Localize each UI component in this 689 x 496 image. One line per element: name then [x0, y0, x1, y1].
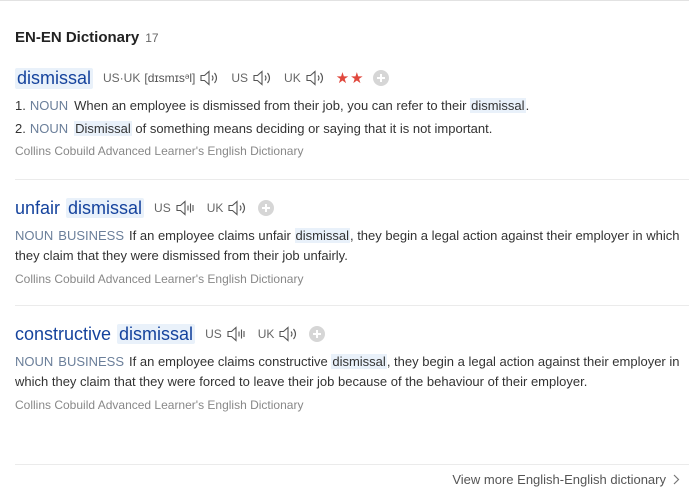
definition-highlight: dismissal — [294, 228, 350, 243]
sense-number: 1. — [15, 98, 26, 113]
entry-headline: dismissal US·UK [dɪsmɪsᵊl] US UK ★★ — [15, 66, 680, 90]
definition-highlight: dismissal — [331, 354, 387, 369]
pron-us-label: US — [205, 327, 222, 341]
entry-divider — [15, 179, 689, 180]
entry-headline: unfair dismissal US UK — [15, 196, 680, 220]
definition-text: If an employee claims unfair — [129, 228, 295, 243]
headword-prefix: constructive — [15, 323, 112, 344]
headword[interactable]: dismissal — [15, 67, 94, 89]
definition-text: When an employee is dismissed from their… — [74, 98, 471, 113]
speaker-icon[interactable] — [304, 68, 328, 88]
entry-unfair-dismissal: unfair dismissal US UK NOUN BUSINESS If an … — [15, 196, 680, 287]
plus-circle-icon[interactable] — [309, 326, 326, 342]
sense-item: 2. NOUN Dismissal of something means decid… — [15, 119, 680, 139]
definition-text: of something means deciding or saying th… — [131, 121, 493, 136]
pron-us-uk-label: US·UK — [103, 71, 141, 85]
part-of-speech: NOUN — [15, 354, 54, 369]
footer-divider — [15, 464, 689, 465]
entry-headline: constructive dismissal US UK — [15, 322, 680, 346]
speaker-icon[interactable] — [198, 68, 222, 88]
headword-highlight: dismissal — [66, 197, 145, 218]
dictionary-source: Collins Cobuild Advanced Learner's Engli… — [15, 272, 304, 286]
part-of-speech: NOUN — [15, 228, 54, 243]
definition-text: If an employee claims constructive — [129, 354, 332, 369]
speaker-icon[interactable] — [226, 198, 250, 218]
phonetic: [dɪsmɪsᵊl] — [144, 71, 196, 85]
part-of-speech: NOUN — [29, 98, 69, 113]
definition-highlight: dismissal — [470, 98, 526, 113]
result-count: 17 — [145, 31, 159, 45]
sense-number: 2. — [15, 121, 26, 136]
frequency-stars: ★★ — [335, 70, 365, 87]
definition-text: . — [525, 98, 530, 113]
pron-uk-label: UK — [206, 201, 224, 215]
sense-item: 1. NOUN When an employee is dismissed from… — [15, 96, 680, 116]
view-more-label: View more English-English dictionary — [452, 472, 666, 487]
speaker-icon[interactable] — [174, 198, 198, 218]
subject-category: BUSINESS — [58, 354, 125, 369]
chevron-right-icon — [673, 474, 680, 485]
plus-circle-icon[interactable] — [372, 70, 389, 86]
headword[interactable]: constructive dismissal — [15, 323, 196, 345]
headword-highlight: dismissal — [117, 323, 196, 344]
entry-dismissal: dismissal US·UK [dɪsmɪsᵊl] US UK ★★ 1. NO… — [15, 66, 680, 159]
view-more-link[interactable]: View more English-English dictionary — [452, 472, 680, 487]
definition-paragraph: NOUN BUSINESS If an employee claims unfair… — [15, 226, 680, 266]
dictionary-header: EN-EN Dictionary 17 — [15, 29, 159, 49]
speaker-icon[interactable] — [277, 324, 301, 344]
part-of-speech: NOUN — [29, 121, 69, 136]
headword[interactable]: unfair dismissal — [15, 197, 145, 219]
definition-highlight: Dismissal — [74, 121, 132, 136]
headword-prefix: unfair — [15, 197, 61, 218]
entry-constructive-dismissal: constructive dismissal US UK NOUN BUSINESS… — [15, 322, 680, 413]
dictionary-source: Collins Cobuild Advanced Learner's Engli… — [15, 144, 304, 158]
top-border — [0, 0, 689, 1]
speaker-icon[interactable] — [225, 324, 249, 344]
subject-category: BUSINESS — [58, 228, 125, 243]
speaker-icon[interactable] — [251, 68, 275, 88]
pron-uk-label: UK — [257, 327, 275, 341]
entry-divider — [15, 305, 689, 306]
pron-us-label: US — [231, 71, 249, 85]
definition-paragraph: NOUN BUSINESS If an employee claims constr… — [15, 352, 680, 392]
dictionary-title: EN-EN Dictionary — [15, 29, 140, 46]
pron-us-label: US — [154, 201, 171, 215]
plus-circle-icon[interactable] — [258, 200, 275, 216]
dictionary-source: Collins Cobuild Advanced Learner's Engli… — [15, 398, 304, 412]
pron-uk-label: UK — [284, 71, 301, 85]
